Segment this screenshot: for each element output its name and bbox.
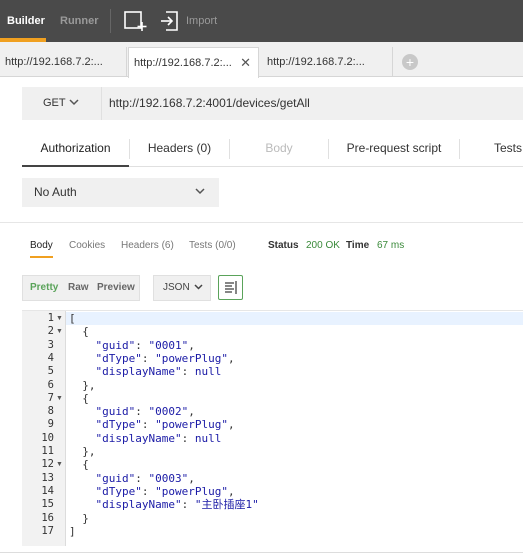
- line-number: 11: [41, 445, 54, 457]
- line-number: 6: [47, 378, 54, 391]
- request-tab-active[interactable]: http://192.168.7.2:... ✕: [128, 47, 259, 78]
- fold-arrow-icon[interactable]: ▼: [56, 392, 63, 405]
- fold-arrow-icon[interactable]: ▼: [56, 312, 63, 325]
- code-line: {: [69, 458, 89, 472]
- status-value: 200 OK: [306, 240, 340, 251]
- section-divider: [0, 222, 523, 223]
- format-label: JSON: [163, 282, 190, 293]
- code-line: "dType": "powerPlug",: [95, 484, 235, 498]
- code-line: {: [69, 325, 89, 339]
- line-number: 15: [41, 498, 54, 511]
- line-number: 5: [47, 365, 54, 378]
- line-number-gutter: 1 ▼ 2 ▼ 3 4 5 6 7 ▼ 8 9 10 11 12 ▼ 13 14 15 16 17: [22, 311, 66, 546]
- close-tab-icon[interactable]: ✕: [240, 48, 251, 78]
- request-tab[interactable]: http://192.168.7.2:...: [262, 47, 393, 77]
- line-number: 12: [41, 458, 54, 471]
- tab-authorization[interactable]: Authorization: [22, 133, 129, 167]
- code-line: "displayName": "主卧插座1": [95, 498, 259, 512]
- http-method-label: GET: [43, 97, 66, 109]
- code-line: "displayName": null: [95, 365, 222, 379]
- app-toolbar: Builder Runner Import: [0, 0, 523, 42]
- line-number: 17: [41, 524, 54, 537]
- time-label: Time: [346, 240, 370, 251]
- line-number: 13: [41, 471, 54, 484]
- fold-arrow-icon[interactable]: ▼: [56, 458, 63, 471]
- fold-arrow-icon[interactable]: ▼: [56, 325, 63, 338]
- bottom-divider: [0, 552, 523, 553]
- http-method-select[interactable]: GET: [22, 87, 102, 120]
- request-tab[interactable]: http://192.168.7.2:...: [0, 47, 127, 77]
- active-line-highlight: [66, 312, 523, 325]
- chevron-down-icon: [195, 188, 205, 195]
- chevron-down-icon: [69, 99, 79, 106]
- url-bar: GET: [22, 87, 523, 120]
- line-number: 2: [47, 325, 54, 338]
- line-number: 9: [47, 418, 54, 431]
- line-number: 10: [41, 431, 54, 444]
- code-line: },: [69, 378, 96, 392]
- new-tab-button[interactable]: [124, 10, 148, 32]
- chevron-down-icon: [194, 284, 203, 290]
- request-tab-label: http://192.168.7.2:...: [134, 57, 232, 69]
- request-tab-label: http://192.168.7.2:...: [5, 56, 103, 68]
- status-label: Status: [268, 240, 299, 251]
- view-mode-group: Pretty Raw Preview: [22, 275, 140, 301]
- new-window-icon: [124, 11, 147, 31]
- auth-type-select[interactable]: No Auth: [22, 178, 219, 207]
- line-number: 8: [47, 405, 54, 418]
- toolbar-divider: [110, 9, 111, 33]
- code-line: {: [69, 391, 89, 405]
- runner-mode-button[interactable]: Runner: [60, 0, 99, 42]
- response-tab-cookies[interactable]: Cookies: [69, 236, 105, 256]
- request-tab-strip: http://192.168.7.2:... http://192.168.7.…: [0, 42, 523, 78]
- import-label: Import: [186, 15, 218, 27]
- line-number: 3: [47, 338, 54, 351]
- code-line: },: [69, 445, 96, 458]
- tab-tests[interactable]: Tests: [460, 133, 523, 167]
- pretty-button[interactable]: Pretty: [30, 276, 58, 300]
- code-line: "dType": "powerPlug",: [95, 351, 235, 365]
- code-line: [: [69, 312, 76, 325]
- code-line: }: [69, 511, 89, 525]
- wrap-lines-button[interactable]: [218, 275, 243, 300]
- tab-body[interactable]: Body: [230, 133, 328, 167]
- code-line: ]: [69, 524, 76, 538]
- raw-button[interactable]: Raw: [68, 276, 89, 300]
- code-line: "displayName": null: [95, 431, 222, 445]
- response-tab-tests[interactable]: Tests (0/0): [189, 236, 236, 256]
- time-value: 67 ms: [377, 240, 405, 251]
- line-number: 7: [47, 391, 54, 404]
- tab-headers[interactable]: Headers (0): [130, 133, 229, 167]
- code-line: "guid": "0001",: [95, 338, 195, 352]
- response-tab-headers[interactable]: Headers (6): [121, 236, 174, 256]
- code-line: "guid": "0002",: [95, 405, 195, 419]
- response-body-editor[interactable]: 1 ▼ 2 ▼ 3 4 5 6 7 ▼ 8 9 10 11 12 ▼ 13 14 15 16 17 [ { "guid"…: [22, 310, 523, 546]
- builder-mode-button[interactable]: Builder: [7, 0, 45, 42]
- tab-pre-request-script[interactable]: Pre-request script: [329, 133, 459, 167]
- line-number: 14: [41, 484, 54, 497]
- line-number: 4: [47, 351, 54, 364]
- import-button[interactable]: Import: [160, 10, 217, 32]
- response-tabs: Body Cookies Headers (6) Tests (0/0) Sta…: [22, 236, 523, 260]
- add-tab-icon[interactable]: +: [402, 54, 418, 70]
- preview-button[interactable]: Preview: [97, 276, 135, 300]
- import-icon: [161, 11, 178, 31]
- format-select[interactable]: JSON: [153, 275, 211, 301]
- line-number: 16: [41, 511, 54, 524]
- auth-type-label: No Auth: [34, 185, 77, 199]
- code-line: "dType": "powerPlug",: [95, 418, 235, 432]
- request-tab-label: http://192.168.7.2:...: [267, 56, 365, 68]
- wrap-lines-icon: [225, 281, 237, 294]
- code-line: "guid": "0003",: [95, 471, 195, 485]
- url-input[interactable]: [109, 87, 519, 120]
- response-tab-body[interactable]: Body: [30, 236, 53, 258]
- request-options-tabs: Authorization Headers (0) Body Pre-reque…: [22, 133, 523, 167]
- line-number: 1: [47, 312, 54, 324]
